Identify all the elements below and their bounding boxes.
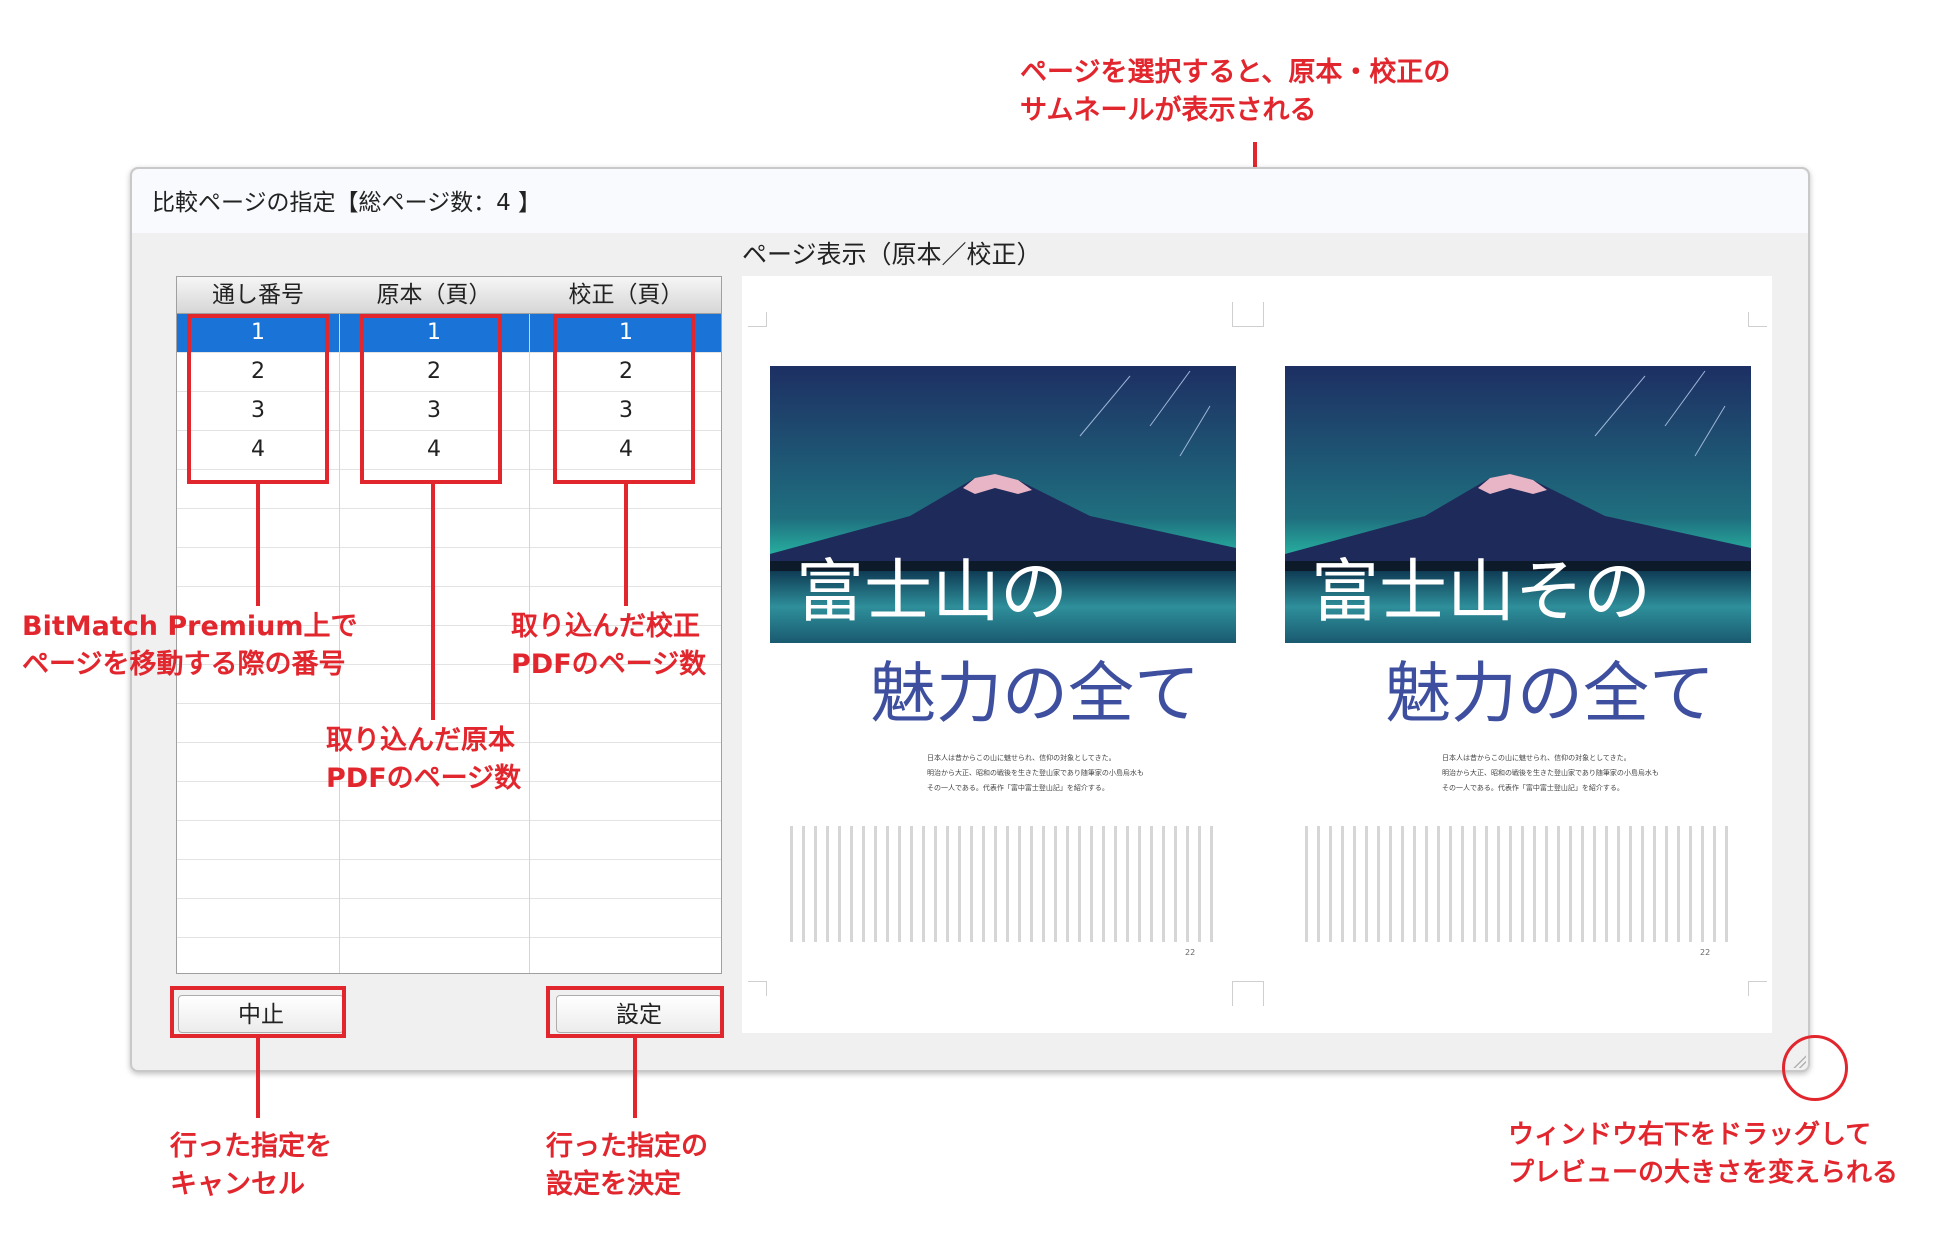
annotation-thumbnail: ページを選択すると、原本・校正の サムネールが表示される xyxy=(1020,54,1450,130)
connector xyxy=(256,1038,260,1118)
empty-row xyxy=(177,899,721,938)
connector xyxy=(624,484,628,606)
annotation-line: ページを選択すると、原本・校正の xyxy=(1020,57,1451,88)
annotation-line: プレビューの大きさを変えられる xyxy=(1508,1158,1899,1188)
annotation-line: ページを移動する際の番号 xyxy=(22,649,346,680)
intro-line: 日本人は昔からこの山に魅せられ、信仰の対象としてきた。 xyxy=(1442,754,1631,762)
window-title: 比較ページの指定【総ページ数：4 】 xyxy=(152,190,542,216)
body-text-columns xyxy=(1305,826,1730,942)
annotation-proof: 取り込んだ校正 PDFのページ数 xyxy=(511,608,706,684)
title-line-2: 魅力の全て xyxy=(1385,655,1715,732)
annotation-set: 行った指定の 設定を決定 xyxy=(546,1128,708,1204)
highlight-resize-corner xyxy=(1782,1035,1848,1101)
annotation-line: キャンセル xyxy=(170,1169,305,1200)
annotation-line: 取り込んだ校正 xyxy=(511,611,700,642)
connector xyxy=(431,484,435,720)
title-line-1: 富士山その xyxy=(1311,553,1652,632)
annotation-serial: BitMatch Premium上で ページを移動する際の番号 xyxy=(22,608,358,684)
annotation-line: 取り込んだ原本 xyxy=(326,725,515,756)
intro-line: 明治から大正、昭和の戦後を生きた登山家であり随筆家の小島烏水も xyxy=(1442,769,1659,777)
connector xyxy=(633,1038,637,1118)
intro-text: 日本人は昔からこの山に魅せられ、信仰の対象としてきた。 明治から大正、昭和の戦後… xyxy=(927,751,1144,796)
annotation-line: 設定を決定 xyxy=(546,1169,681,1200)
annotation-line: サムネールが表示される xyxy=(1020,95,1317,126)
annotation-line: BitMatch Premium上で xyxy=(22,611,358,642)
page-number: 22 xyxy=(1700,948,1711,957)
annotation-line: 行った指定を xyxy=(170,1131,332,1162)
proof-page-thumbnail: 富士山その 魅力の全て 日本人は昔からこの山に魅せられ、信仰の対象としてきた。 … xyxy=(1257,276,1772,1033)
page-number: 22 xyxy=(1185,948,1196,957)
empty-row xyxy=(177,821,721,860)
empty-row xyxy=(177,860,721,899)
column-header-proof[interactable]: 校正（頁） xyxy=(529,277,721,313)
annotation-original: 取り込んだ原本 PDFのページ数 xyxy=(326,722,521,798)
body-text-columns xyxy=(790,826,1215,942)
column-header-serial[interactable]: 通し番号 xyxy=(177,277,339,313)
preview-label: ページ表示（原本／校正） xyxy=(742,240,1042,269)
original-page-thumbnail: 富士山の 魅力の全て 日本人は昔からこの山に魅せられ、信仰の対象としてきた。 明… xyxy=(742,276,1257,1033)
intro-line: 明治から大正、昭和の戦後を生きた登山家であり随筆家の小島烏水も xyxy=(927,769,1144,777)
intro-text: 日本人は昔からこの山に魅せられ、信仰の対象としてきた。 明治から大正、昭和の戦後… xyxy=(1442,751,1659,796)
highlight-original-column xyxy=(360,314,502,484)
intro-line: その一人である。代表作「富中富士登山記」を紹介する。 xyxy=(927,784,1109,792)
page-preview[interactable]: 富士山の 魅力の全て 日本人は昔からこの山に魅せられ、信仰の対象としてきた。 明… xyxy=(742,276,1772,1033)
annotation-resize: ウィンドウ右下をドラッグして プレビューの大きさを変えられる xyxy=(1508,1116,1898,1192)
annotation-line: PDFのページ数 xyxy=(511,649,707,680)
title-bar: 比較ページの指定【総ページ数：4 】 xyxy=(132,169,1808,233)
title-line-2: 魅力の全て xyxy=(870,655,1200,732)
intro-line: 日本人は昔からこの山に魅せられ、信仰の対象としてきた。 xyxy=(927,754,1116,762)
column-header-original[interactable]: 原本（頁） xyxy=(339,277,529,313)
connector xyxy=(256,484,260,606)
annotation-cancel: 行った指定を キャンセル xyxy=(170,1128,332,1204)
highlight-set-button xyxy=(546,986,724,1038)
annotation-line: ウィンドウ右下をドラッグして xyxy=(1508,1120,1872,1150)
annotation-line: 行った指定の xyxy=(546,1131,708,1162)
highlight-serial-column xyxy=(187,314,329,484)
intro-line: その一人である。代表作「富中富士登山記」を紹介する。 xyxy=(1442,784,1624,792)
title-line-1: 富士山の xyxy=(796,553,1069,632)
table-header: 通し番号 原本（頁） 校正（頁） xyxy=(177,277,721,314)
highlight-cancel-button xyxy=(170,986,346,1038)
compare-page-dialog: 比較ページの指定【総ページ数：4 】 ページ表示（原本／校正） 通し番号 原本（… xyxy=(130,167,1810,1072)
highlight-proof-column xyxy=(553,314,695,484)
annotation-line: PDFのページ数 xyxy=(326,763,522,794)
